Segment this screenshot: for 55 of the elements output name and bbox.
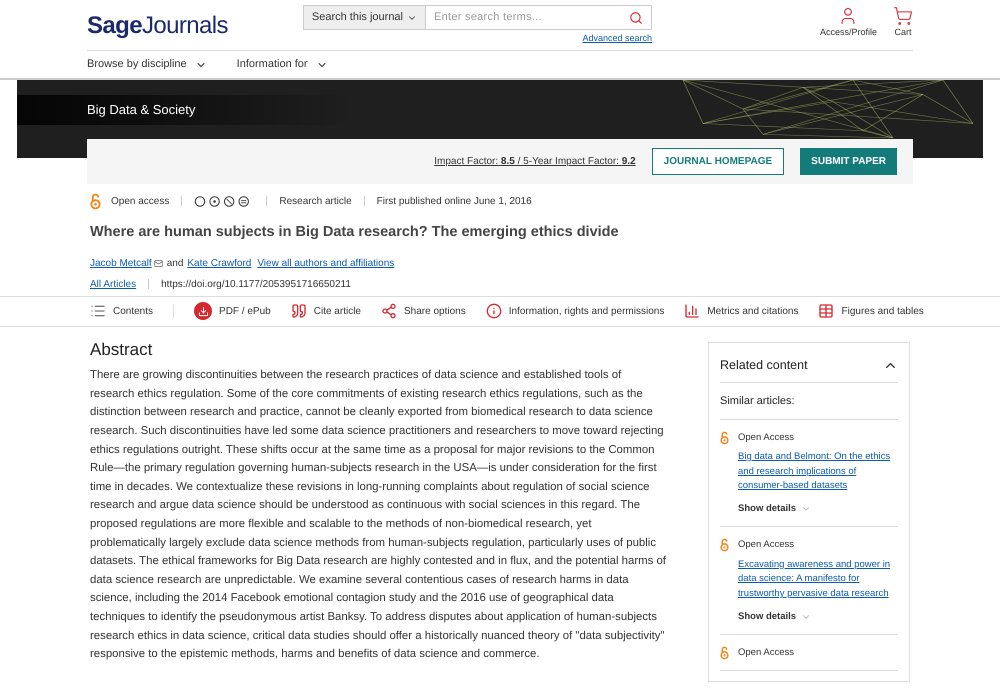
all-articles-link[interactable]: All Articles xyxy=(90,276,136,292)
article-tool-button[interactable]: Metrics and citations xyxy=(684,303,798,320)
cart-icon xyxy=(893,6,913,26)
open-access-label: Open Access xyxy=(738,646,794,660)
author-link[interactable]: Kate Crawford xyxy=(187,256,252,271)
show-details-button[interactable]: Show details xyxy=(738,610,812,624)
search-input[interactable]: Enter search terms... xyxy=(434,9,629,26)
article-title: Where are human subjects in Big Data research? The emerging ethics divide xyxy=(90,223,620,242)
abstract-heading: Abstract xyxy=(90,338,154,361)
search-icon[interactable] xyxy=(629,10,643,24)
share-icon xyxy=(380,303,397,320)
publish-date: First published online June 1, 2016 xyxy=(376,194,532,208)
nav-menu[interactable]: Information for xyxy=(236,56,328,73)
abstract-text: There are growing discontinuities between the research practices of data science and established tools of research ethics regulation. Some of the core commitments of existing research ethics regulations, such as the distinction between research and practice, cannot be cleanly exported from biomedical research to data science research. Such discontinuities have led some data science practitioners and researchers to move toward rejecting ethics regulations outright. These shifts occur at the same time as a proposal for major revisions to the Common Rule—the primary regulation governing human-subjects research in the USA—is under consideration for the first time in decades. We contextualize these revisions in long-running complaints about regulation of social science research and argue data science should be understood as continuous with social sciences in this regard. The proposed regulations are more flexible and scalable to the methods of non-biomedical research, yet problematically largely exclude data science methods from human-subjects regulation, particularly uses of public datasets. The ethical frameworks for Big Data research are highly contested and in flux, and the potential harms of data science research are unpredictable. We examine several contentious cases of research harms in data science, including the 2014 Facebook emotional contagion study and the 2016 use of geographical data techniques to identify the pseudonymous artist Banksy. To address disputes about application of human-subjects research ethics in data science, critical data studies should offer a historically nuanced theory of "data subjectivity" responsive to the epistemic methods, harms and benefits of data science and commerce. xyxy=(90,368,667,662)
all-authors-link[interactable]: View all authors and affiliations xyxy=(257,256,394,271)
quote-icon xyxy=(290,303,307,320)
article-link[interactable]: Excavating awareness and power in data science: A manifesto for trustworthy pervasive data research xyxy=(738,558,898,602)
and-text: and xyxy=(166,256,184,271)
article-tool-button[interactable]: Figures and tables xyxy=(818,303,924,320)
sage-journals-logo[interactable]: SageJournals xyxy=(87,8,228,44)
bar-chart-icon xyxy=(684,303,700,320)
download-icon xyxy=(194,302,212,320)
open-lock-icon xyxy=(720,430,729,445)
info-icon xyxy=(486,303,502,320)
mail-icon[interactable] xyxy=(154,258,163,268)
article-link[interactable]: Big data and Belmont: On the ethics and research implications of consumer-based datasets xyxy=(738,450,898,494)
advanced-search-link[interactable]: Advanced search xyxy=(582,32,652,46)
submit-paper-button[interactable]: SUBMIT PAPER xyxy=(800,148,897,175)
nav-menu[interactable]: Browse by discipline xyxy=(87,56,207,73)
article-tool-button[interactable]: Share options xyxy=(380,303,466,320)
open-lock-icon xyxy=(720,646,729,660)
similar-articles-label: Similar articles: xyxy=(720,382,898,420)
show-details-button[interactable]: Show details xyxy=(738,502,812,516)
doi-link[interactable]: https://doi.org/10.1177/2053951716650211 xyxy=(161,276,351,292)
article-type: Research article xyxy=(279,194,352,208)
table-icon xyxy=(818,303,834,320)
list-icon xyxy=(90,303,106,320)
journal-title: Big Data & Society xyxy=(87,101,196,120)
article-tool-button[interactable]: Information, rights and permissions xyxy=(486,303,664,320)
search-scope-dropdown[interactable]: Search this journal xyxy=(302,5,426,30)
article-tool-button[interactable]: PDF / ePub xyxy=(194,302,271,320)
open-lock-icon xyxy=(90,192,101,210)
cart-link[interactable]: Cart xyxy=(893,6,913,40)
article-tool-button[interactable]: Cite article xyxy=(290,303,361,320)
journal-homepage-button[interactable]: JOURNAL HOMEPAGE xyxy=(652,148,784,175)
open-access-label: Open Access xyxy=(738,430,794,445)
open-lock-icon xyxy=(720,538,729,552)
article-tool-button[interactable]: Contents xyxy=(90,303,154,320)
panel-title: Related content xyxy=(720,356,808,374)
open-access-label: Open access xyxy=(111,194,170,208)
author-link[interactable]: Jacob Metcalf xyxy=(90,256,152,271)
open-access-label: Open Access xyxy=(738,538,794,552)
search-field[interactable]: Enter search terms... xyxy=(426,5,652,30)
account-link[interactable]: Access/Profile xyxy=(820,6,877,40)
impact-factor-text[interactable]: Impact Factor: 8.5 / 5-Year Impact Factor: 9.2 xyxy=(434,154,636,169)
